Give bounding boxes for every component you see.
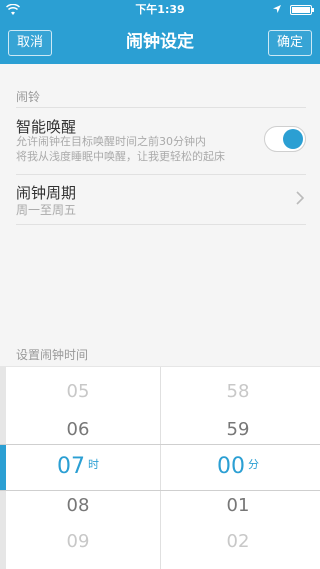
section-label-alarm: 闹铃: [16, 90, 41, 104]
hour-selected[interactable]: 07 时: [38, 454, 118, 479]
smart-wake-description-line2: 将我从浅度睡眠中唤醒，让我更轻松的起床: [16, 150, 225, 163]
hour-selected-value: 07: [57, 454, 85, 479]
time-picker-label: 设置闹钟时间: [16, 348, 89, 362]
hour-option[interactable]: 09: [38, 531, 118, 552]
divider: [16, 174, 306, 175]
hour-option[interactable]: 06: [38, 419, 118, 440]
chevron-right-icon: [296, 191, 304, 205]
divider: [16, 107, 306, 108]
hour-option[interactable]: 08: [38, 495, 118, 516]
minute-option[interactable]: 59: [198, 419, 278, 440]
picker-selection-line-top: [0, 444, 320, 445]
minute-option[interactable]: 58: [198, 381, 278, 402]
minute-unit: 分: [248, 458, 259, 471]
hour-unit: 时: [88, 458, 99, 471]
picker-selection-line-bottom: [0, 490, 320, 491]
time-picker[interactable]: 05 06 07 时 08 09 58 59 00 分 01 02: [0, 366, 320, 569]
confirm-button[interactable]: 确定: [267, 30, 312, 56]
smart-wake-description-line1: 允许闹钟在目标唤醒时间之前30分钟内: [16, 135, 206, 148]
picker-selection-accent: [0, 444, 6, 490]
minute-option[interactable]: 02: [198, 531, 278, 552]
minute-selected-value: 00: [217, 454, 245, 479]
alarm-cycle-title: 闹钟周期: [16, 184, 77, 202]
minute-selected[interactable]: 00 分: [198, 454, 278, 479]
smart-wake-toggle[interactable]: [264, 126, 306, 152]
top-bar: 下午1:39 取消 闹钟设定 确定: [0, 0, 320, 64]
picker-column-divider: [160, 367, 161, 569]
navigation-bar: 取消 闹钟设定 确定: [0, 20, 320, 64]
divider: [16, 224, 306, 225]
alarm-cycle-value: 周一至周五: [16, 203, 77, 217]
battery-icon: [290, 5, 314, 15]
minute-option[interactable]: 01: [198, 495, 278, 516]
location-arrow-icon: [273, 5, 281, 13]
status-bar: 下午1:39: [0, 0, 320, 20]
toggle-knob: [283, 129, 303, 149]
hour-option[interactable]: 05: [38, 381, 118, 402]
smart-wake-title: 智能唤醒: [16, 118, 77, 136]
